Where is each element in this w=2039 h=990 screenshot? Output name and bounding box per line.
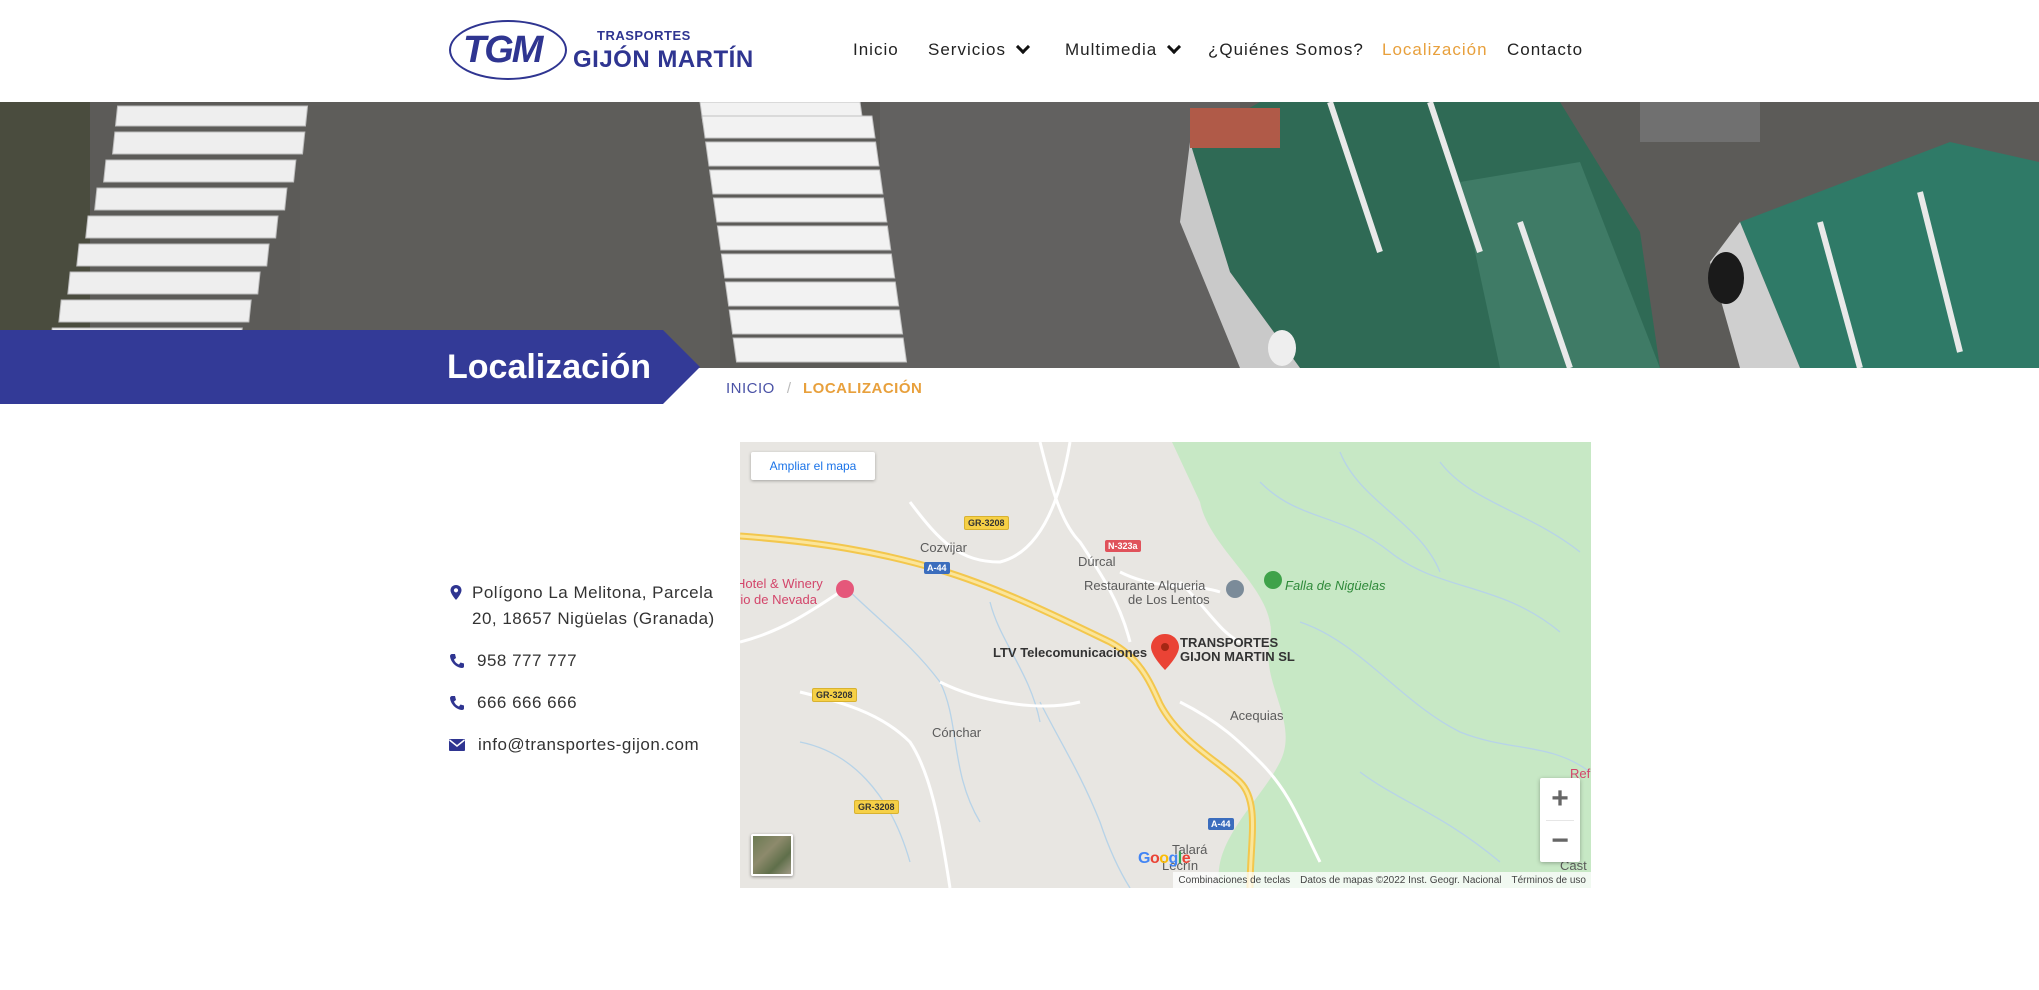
logo-mark: TGM xyxy=(463,29,543,71)
nav-item-inicio[interactable]: Inicio xyxy=(853,40,899,60)
breadcrumb-home-link[interactable]: INICIO xyxy=(726,380,775,397)
map-label-hotel-1: Hotel & Winery xyxy=(740,576,823,591)
page-title: Localización xyxy=(447,348,652,386)
email-text: info@transportes-gijon.com xyxy=(478,735,700,754)
site-logo[interactable]: TGM TRASPORTES GIJÓN MARTÍN xyxy=(449,20,753,82)
google-logo: Google xyxy=(1138,850,1191,867)
nav-item-multimedia[interactable]: Multimedia xyxy=(1065,39,1182,60)
page-title-banner: Localización xyxy=(0,330,700,404)
nav-item-servicios[interactable]: Servicios xyxy=(928,39,1031,60)
zoom-in-button[interactable]: + xyxy=(1540,778,1580,820)
map-label-hotel-2: rio de Nevada xyxy=(740,592,817,607)
map-label-falla: Falla de Nigüelas xyxy=(1285,578,1386,593)
road-badge: GR-3208 xyxy=(812,688,857,702)
map-label-restaurante-2: de Los Lentos xyxy=(1128,592,1210,607)
nav-label: Contacto xyxy=(1507,40,1584,59)
nav-item-localizacion[interactable]: Localización xyxy=(1382,40,1488,60)
map-attribution: Combinaciones de teclas Datos de mapas ©… xyxy=(1173,872,1591,888)
breadcrumb-separator: / xyxy=(786,380,792,397)
hero-aerial-image xyxy=(0,102,2039,368)
road-badge: A-44 xyxy=(1208,818,1234,830)
logo-line1: TRASPORTES xyxy=(597,28,691,43)
nav-label: Servicios xyxy=(928,40,1006,59)
satellite-toggle-button[interactable] xyxy=(751,834,793,876)
map-label-ltv: LTV Telecomunicaciones xyxy=(993,645,1148,660)
map-label-place-2: GIJON MARTIN SL xyxy=(1180,649,1295,664)
contact-address: Polígono La Melitona, Parcela 20, 18657 … xyxy=(448,580,728,632)
map-label-cozvijar: Cozvijar xyxy=(920,540,967,555)
terms-link[interactable]: Términos de uso xyxy=(1512,875,1586,886)
map-label-place-1: TRANSPORTES xyxy=(1180,635,1279,650)
map-marker-icon xyxy=(450,585,462,600)
map-label-restaurante-1: Restaurante Alqueria xyxy=(1084,578,1206,593)
map-tiles xyxy=(740,442,1591,888)
nav-item-contacto[interactable]: Contacto xyxy=(1507,40,1583,60)
envelope-icon xyxy=(449,739,465,751)
chevron-down-icon xyxy=(1167,39,1182,55)
zoom-controls: + − xyxy=(1540,778,1580,862)
logo-line2: GIJÓN MARTÍN xyxy=(573,46,754,73)
hero-illustration xyxy=(0,102,2039,368)
phone-2-text: 666 666 666 xyxy=(477,693,578,712)
site-header: TGM TRASPORTES GIJÓN MARTÍN Inicio Servi… xyxy=(0,0,2039,102)
road-badge: A-44 xyxy=(924,562,950,574)
breadcrumb-current: LOCALIZACIÓN xyxy=(803,380,923,397)
map-label-durcal: Dúrcal xyxy=(1078,554,1116,569)
map-label-conchar: Cónchar xyxy=(932,725,982,740)
map-data-text: Datos de mapas ©2022 Inst. Geogr. Nacion… xyxy=(1300,874,1502,886)
road-badge: GR-3208 xyxy=(854,800,899,814)
keyboard-shortcuts-link[interactable]: Combinaciones de teclas xyxy=(1178,875,1290,886)
nav-label: Localización xyxy=(1382,40,1488,59)
enlarge-map-button[interactable]: Ampliar el mapa xyxy=(751,452,875,480)
nav-label: Inicio xyxy=(853,40,899,59)
chevron-down-icon xyxy=(1015,39,1031,55)
phone-icon xyxy=(450,654,464,668)
phone-1-text: 958 777 777 xyxy=(477,651,578,670)
zoom-out-button[interactable]: − xyxy=(1540,820,1580,862)
contact-phone-1[interactable]: 958 777 777 xyxy=(448,648,577,674)
contact-email[interactable]: info@transportes-gijon.com xyxy=(448,732,699,758)
nav-item-quienes-somos[interactable]: ¿Quiénes Somos? xyxy=(1208,40,1364,60)
nav-label: ¿Quiénes Somos? xyxy=(1208,40,1364,59)
map-label-acequias: Acequias xyxy=(1230,708,1284,723)
address-text: Polígono La Melitona, Parcela 20, 18657 … xyxy=(472,583,715,628)
phone-icon xyxy=(450,696,464,710)
contact-phone-2[interactable]: 666 666 666 xyxy=(448,690,577,716)
nav-label: Multimedia xyxy=(1065,40,1158,59)
breadcrumb: INICIO / LOCALIZACIÓN xyxy=(726,380,922,397)
road-badge: GR-3208 xyxy=(964,516,1009,530)
road-badge: N-323a xyxy=(1105,540,1141,552)
google-map-embed[interactable]: Ampliar el mapa GR-3208 N-323a A-44 GR-3… xyxy=(740,442,1591,888)
